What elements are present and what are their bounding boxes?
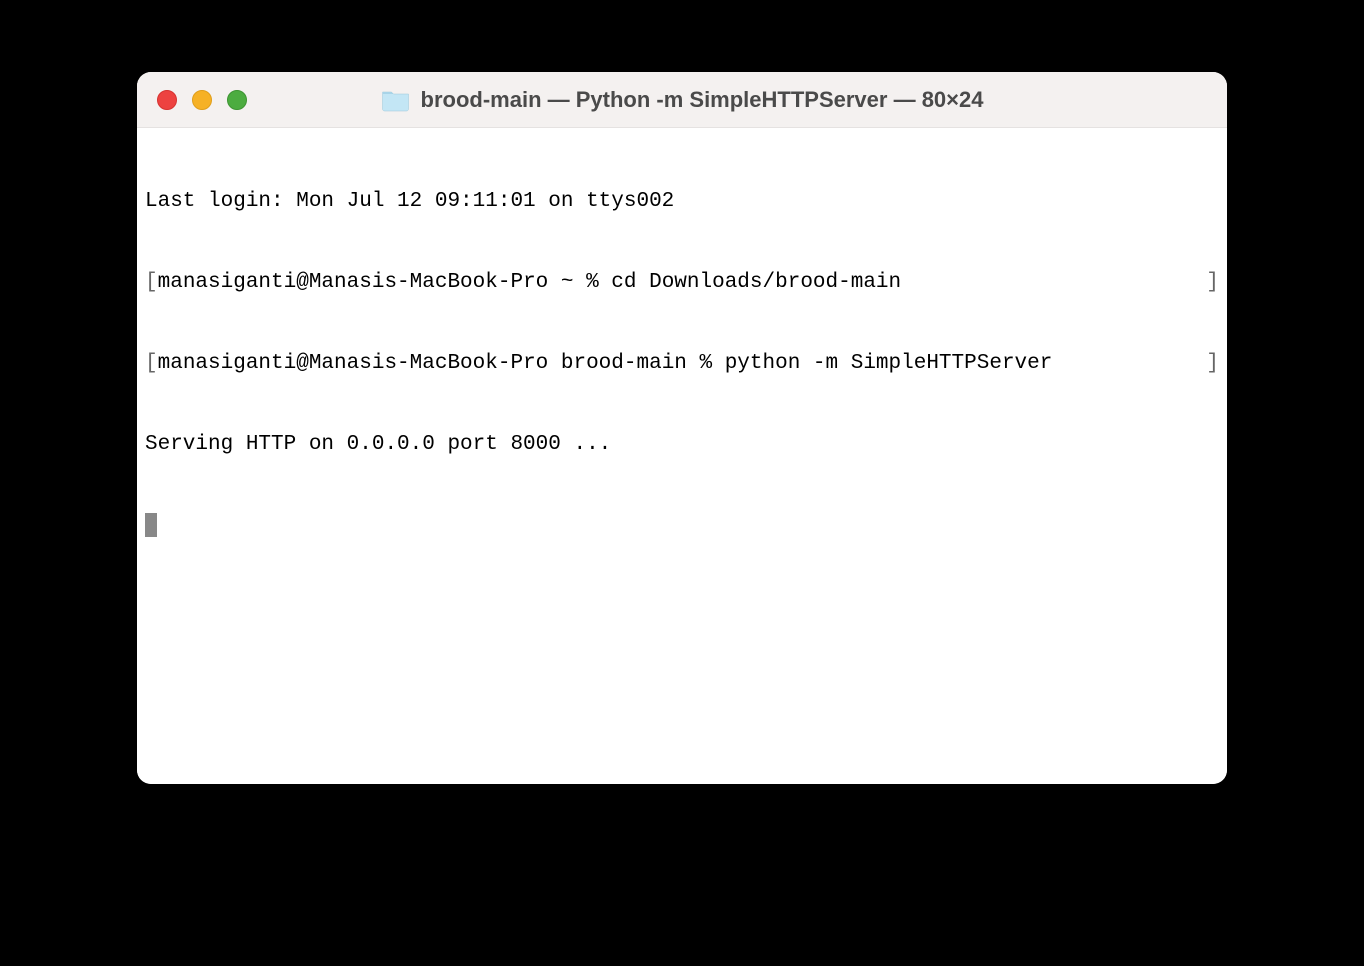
bracket-icon: [ xyxy=(145,350,158,377)
close-button[interactable] xyxy=(157,90,177,110)
traffic-lights xyxy=(157,90,247,110)
zoom-button[interactable] xyxy=(227,90,247,110)
terminal-content[interactable]: Last login: Mon Jul 12 09:11:01 on ttys0… xyxy=(137,128,1227,784)
terminal-window: brood-main — Python -m SimpleHTTPServer … xyxy=(137,72,1227,784)
folder-icon xyxy=(381,88,411,112)
terminal-line xyxy=(145,512,1219,539)
terminal-text: manasiganti@Manasis-MacBook-Pro ~ % cd D… xyxy=(158,269,1207,296)
terminal-text: Serving HTTP on 0.0.0.0 port 8000 ... xyxy=(145,433,611,456)
terminal-line: Serving HTTP on 0.0.0.0 port 8000 ... xyxy=(145,431,1219,458)
titlebar[interactable]: brood-main — Python -m SimpleHTTPServer … xyxy=(137,72,1227,128)
title-section: brood-main — Python -m SimpleHTTPServer … xyxy=(381,87,984,113)
cursor-icon xyxy=(145,513,157,537)
terminal-line: [manasiganti@Manasis-MacBook-Pro brood-m… xyxy=(145,350,1219,377)
terminal-text: Last login: Mon Jul 12 09:11:01 on ttys0… xyxy=(145,190,674,213)
bracket-icon: ] xyxy=(1206,269,1219,296)
bracket-icon: ] xyxy=(1206,350,1219,377)
bracket-icon: [ xyxy=(145,269,158,296)
terminal-text: manasiganti@Manasis-MacBook-Pro brood-ma… xyxy=(158,350,1207,377)
window-title: brood-main — Python -m SimpleHTTPServer … xyxy=(421,87,984,113)
terminal-line: [manasiganti@Manasis-MacBook-Pro ~ % cd … xyxy=(145,269,1219,296)
terminal-line: Last login: Mon Jul 12 09:11:01 on ttys0… xyxy=(145,188,1219,215)
minimize-button[interactable] xyxy=(192,90,212,110)
